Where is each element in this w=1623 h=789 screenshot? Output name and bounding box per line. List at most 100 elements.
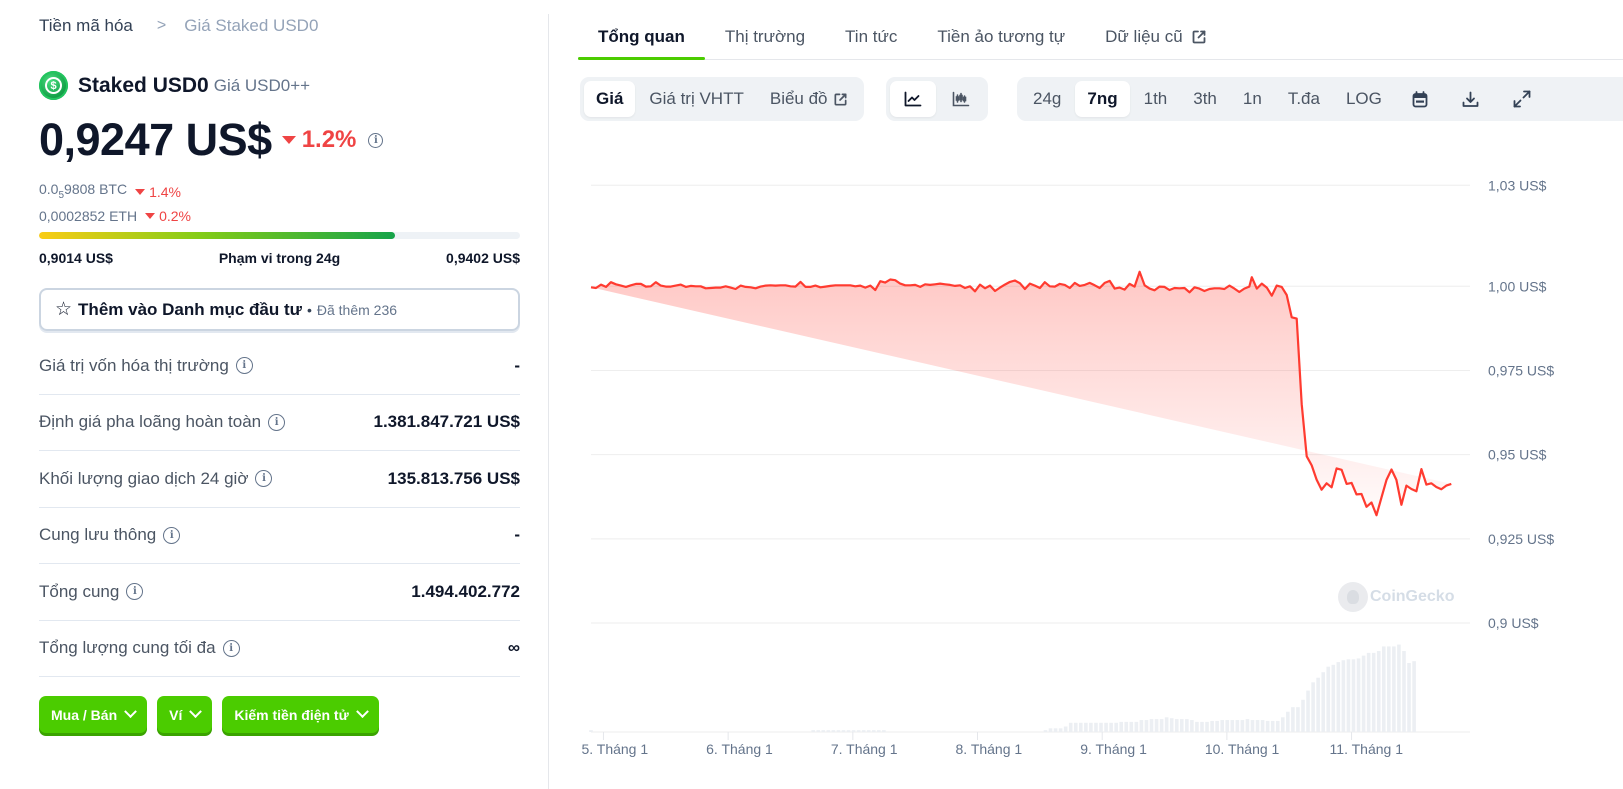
stat-label: Tổng cung i — [39, 582, 144, 602]
line-chart-button[interactable] — [890, 81, 936, 117]
range-label: 3th — [1193, 89, 1217, 108]
tab-markets[interactable]: Thị trường — [705, 14, 825, 59]
volume-bar — [1084, 722, 1088, 732]
chevron-down-icon — [124, 705, 137, 719]
volume-bar — [1346, 659, 1351, 732]
x-tick-label: 6. Tháng 1 — [706, 741, 773, 757]
price-chart[interactable]: 1,03 US$ 1,00 US$ 0,975 US$ 0,95 US$ 0,925 U… — [578, 160, 1623, 770]
info-icon[interactable]: i — [235, 357, 253, 375]
range-label: T.đa — [1287, 89, 1320, 108]
range-low: 0,9014 US$ — [39, 250, 113, 266]
volume-bar — [1139, 720, 1144, 732]
breadcrumb: Tiền mã hóa > Giá Staked USD0 — [39, 16, 318, 36]
tab-similar-coins[interactable]: Tiền ảo tương tự — [917, 14, 1085, 59]
stats-table: Giá trị vốn hóa thị trường i - Định giá p… — [39, 338, 520, 677]
earn-crypto-label: Kiếm tiền điện tử — [234, 706, 349, 723]
expand-icon — [1513, 90, 1531, 108]
chevron-down-icon — [189, 705, 203, 719]
log-scale-button[interactable]: LOG — [1334, 81, 1394, 117]
eth-price-row: 0,0002852 ETH 0.2% — [39, 206, 191, 226]
volume-bar — [1331, 664, 1336, 732]
volume-bar — [1296, 707, 1300, 732]
volume-bar — [1169, 718, 1174, 732]
range-7d-button[interactable]: 7ng — [1075, 81, 1130, 117]
range-high: 0,9402 US$ — [446, 250, 520, 266]
volume-bar — [841, 730, 846, 732]
tab-overview[interactable]: Tổng quan — [578, 14, 705, 60]
range-1y-button[interactable]: 1n — [1231, 81, 1274, 117]
volume-bar — [1371, 652, 1376, 732]
date-range-button[interactable] — [1396, 81, 1444, 117]
btc-price: 0.059808 BTC — [39, 179, 127, 206]
range-label: 1n — [1242, 89, 1262, 108]
metric-price-button[interactable]: Giá — [584, 81, 636, 117]
stat-value: ∞ — [507, 638, 520, 658]
candlestick-chart-button[interactable] — [938, 81, 984, 117]
volume-bar — [1079, 722, 1083, 732]
volume-bar — [1366, 652, 1371, 732]
stat-label: Cung lưu thông i — [39, 525, 181, 545]
volume-bar — [882, 730, 886, 732]
volume-bar — [1235, 720, 1240, 732]
range-max-button[interactable]: T.đa — [1276, 81, 1332, 117]
tab-news[interactable]: Tin tức — [825, 14, 917, 59]
volume-bar — [1220, 720, 1224, 732]
volume-bar — [1200, 721, 1204, 732]
buy-sell-label: Mua / Bán — [51, 706, 118, 723]
volume-bar — [1381, 646, 1386, 732]
price-change-value: 1.2% — [301, 126, 357, 153]
volume-bar — [1144, 720, 1149, 732]
metric-switcher: Giá Giá trị VHTT Biểu đồ — [580, 77, 864, 121]
info-icon[interactable]: i — [126, 583, 144, 601]
range-24h-button[interactable]: 24g — [1021, 81, 1073, 117]
info-icon[interactable]: i — [163, 526, 181, 544]
metric-market-cap-button[interactable]: Giá trị VHTT — [637, 81, 755, 117]
volume-bar — [871, 730, 876, 732]
external-link-icon — [834, 93, 847, 105]
stat-value: 1.494.402.772 — [411, 581, 520, 601]
price-change-24h: 1.2% — [281, 126, 357, 154]
range-3m-button[interactable]: 3th — [1181, 81, 1229, 117]
eth-price: 0,0002852 ETH — [39, 207, 138, 224]
main-tabs: Tổng quan Thị trường Tin tức Tiền ảo tươ… — [578, 14, 1623, 60]
y-tick-label: 0,95 US$ — [1488, 447, 1547, 463]
volume-bar — [1119, 721, 1124, 732]
coingecko-watermark: CoinGecko — [1338, 582, 1454, 612]
info-icon[interactable]: i — [268, 413, 286, 431]
wallet-label: Ví — [169, 706, 183, 723]
buy-sell-dropdown[interactable]: Mua / Bán — [39, 696, 148, 733]
y-tick-label: 0,925 US$ — [1488, 531, 1554, 547]
stat-label-text: Giá trị vốn hóa thị trường — [39, 355, 229, 375]
y-tick-label: 1,03 US$ — [1488, 177, 1547, 193]
btc-change-value: 1.4% — [149, 184, 181, 201]
volume-bar — [1275, 720, 1280, 732]
volume-bar — [1387, 646, 1391, 732]
watermark-text: CoinGecko — [1370, 588, 1455, 605]
range-1m-button[interactable]: 1th — [1132, 81, 1180, 117]
tab-label: Thị trường — [724, 26, 806, 46]
x-tick-label: 11. Tháng 1 — [1330, 741, 1404, 757]
range-24h-bar — [39, 232, 520, 239]
info-icon[interactable]: i — [368, 132, 384, 148]
btc-price-rest: 9808 BTC — [64, 181, 128, 197]
earn-crypto-dropdown[interactable]: Kiếm tiền điện tử — [222, 696, 379, 733]
range-24h-labels: 0,9014 US$ Phạm vi trong 24g 0,9402 US$ — [39, 250, 520, 266]
volume-bar — [1164, 717, 1169, 732]
portfolio-added-count: Đã thêm 236 — [316, 301, 398, 318]
separator-dot: • — [306, 301, 312, 318]
stat-value: - — [514, 355, 520, 375]
tab-historical-data[interactable]: Dữ liệu cũ — [1085, 14, 1227, 59]
metric-chart-link[interactable]: Biểu đồ — [758, 81, 860, 117]
breadcrumb-current: Giá Staked USD0 — [184, 16, 319, 35]
volume-bar — [861, 730, 866, 732]
info-icon[interactable]: i — [222, 639, 240, 657]
info-icon[interactable]: i — [255, 470, 273, 488]
add-to-portfolio-button[interactable]: ☆ Thêm vào Danh mục đầu tư • Đã thêm 236 — [39, 288, 520, 331]
volume-bar — [1159, 719, 1164, 732]
download-button[interactable] — [1446, 81, 1495, 117]
breadcrumb-link-cryptocurrencies[interactable]: Tiền mã hóa — [39, 16, 133, 36]
wallet-dropdown[interactable]: Ví — [157, 696, 213, 733]
fullscreen-button[interactable] — [1497, 81, 1547, 117]
stat-label-text: Khối lượng giao dịch 24 giờ — [39, 468, 249, 488]
stat-label: Khối lượng giao dịch 24 giờ i — [39, 468, 273, 489]
